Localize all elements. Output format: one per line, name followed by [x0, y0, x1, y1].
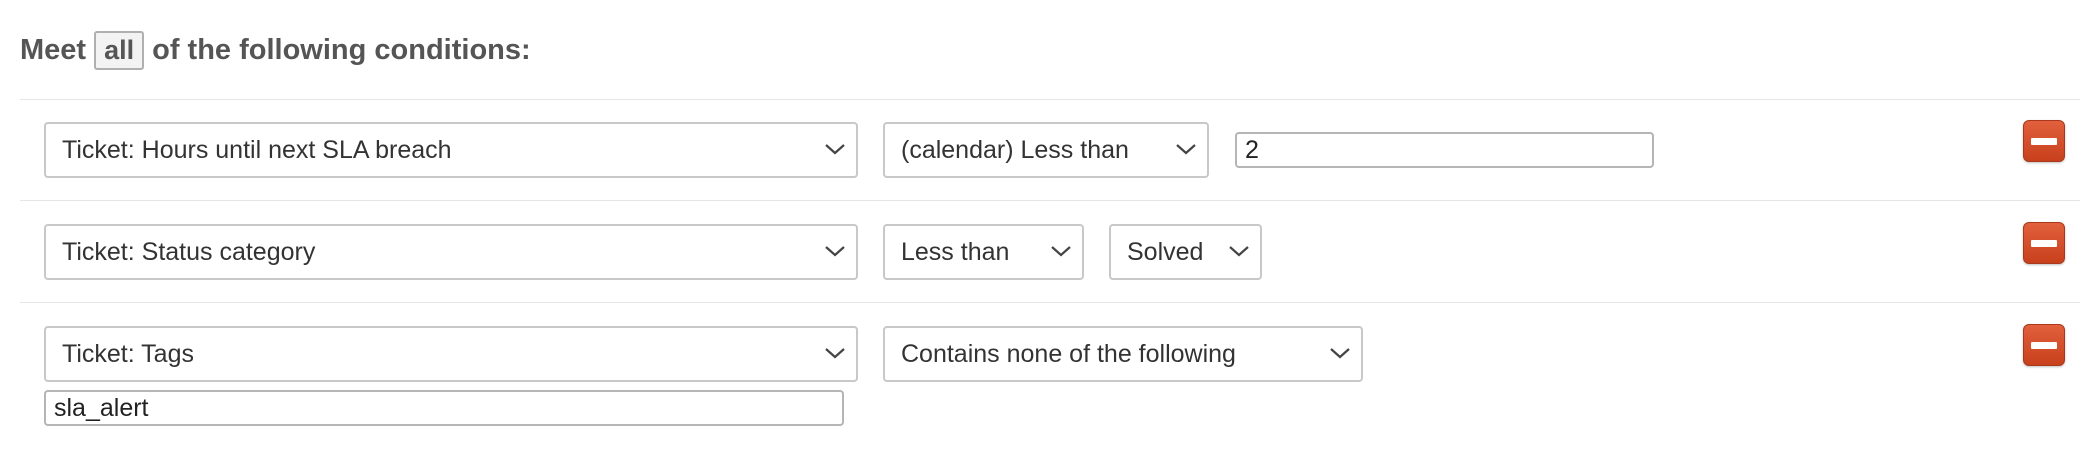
operator-select-value: Contains none of the following: [901, 339, 1236, 368]
field-select-value: Ticket: Hours until next SLA breach: [62, 135, 452, 164]
minus-icon: [2031, 137, 2057, 145]
chevron-down-icon: [825, 348, 845, 359]
minus-icon: [2031, 341, 2057, 349]
field-select[interactable]: Ticket: Hours until next SLA breach: [44, 122, 858, 178]
field-select-value: Ticket: Tags: [62, 339, 194, 368]
operator-select-value: Less than: [901, 237, 1010, 266]
remove-condition-button[interactable]: [2023, 324, 2065, 366]
minus-icon: [2031, 239, 2057, 247]
chevron-down-icon: [825, 246, 845, 257]
chevron-down-icon: [825, 144, 845, 155]
chevron-down-icon: [1176, 144, 1196, 155]
operator-select-value: (calendar) Less than: [901, 135, 1129, 164]
operator-select[interactable]: Contains none of the following: [883, 326, 1363, 382]
value-select[interactable]: Solved: [1109, 224, 1262, 280]
operator-select[interactable]: Less than: [883, 224, 1084, 280]
match-mode-select[interactable]: all: [94, 30, 145, 70]
value-select-value: Solved: [1127, 237, 1204, 266]
divider: [20, 302, 2080, 303]
divider: [20, 99, 2080, 100]
value-input[interactable]: 2: [1235, 132, 1654, 168]
field-select[interactable]: Ticket: Status category: [44, 224, 858, 280]
chevron-down-icon: [1051, 246, 1071, 257]
tags-input[interactable]: sla_alert: [44, 390, 844, 426]
remove-condition-button[interactable]: [2023, 120, 2065, 162]
heading-prefix: Meet: [20, 33, 87, 66]
heading-suffix: of the following conditions:: [152, 33, 531, 66]
conditions-heading: Meet all of the following conditions:: [20, 30, 531, 70]
chevron-down-icon: [1229, 246, 1249, 257]
remove-condition-button[interactable]: [2023, 222, 2065, 264]
chevron-down-icon: [1330, 348, 1350, 359]
divider: [20, 200, 2080, 201]
field-select-value: Ticket: Status category: [62, 237, 316, 266]
operator-select[interactable]: (calendar) Less than: [883, 122, 1209, 178]
field-select[interactable]: Ticket: Tags: [44, 326, 858, 382]
